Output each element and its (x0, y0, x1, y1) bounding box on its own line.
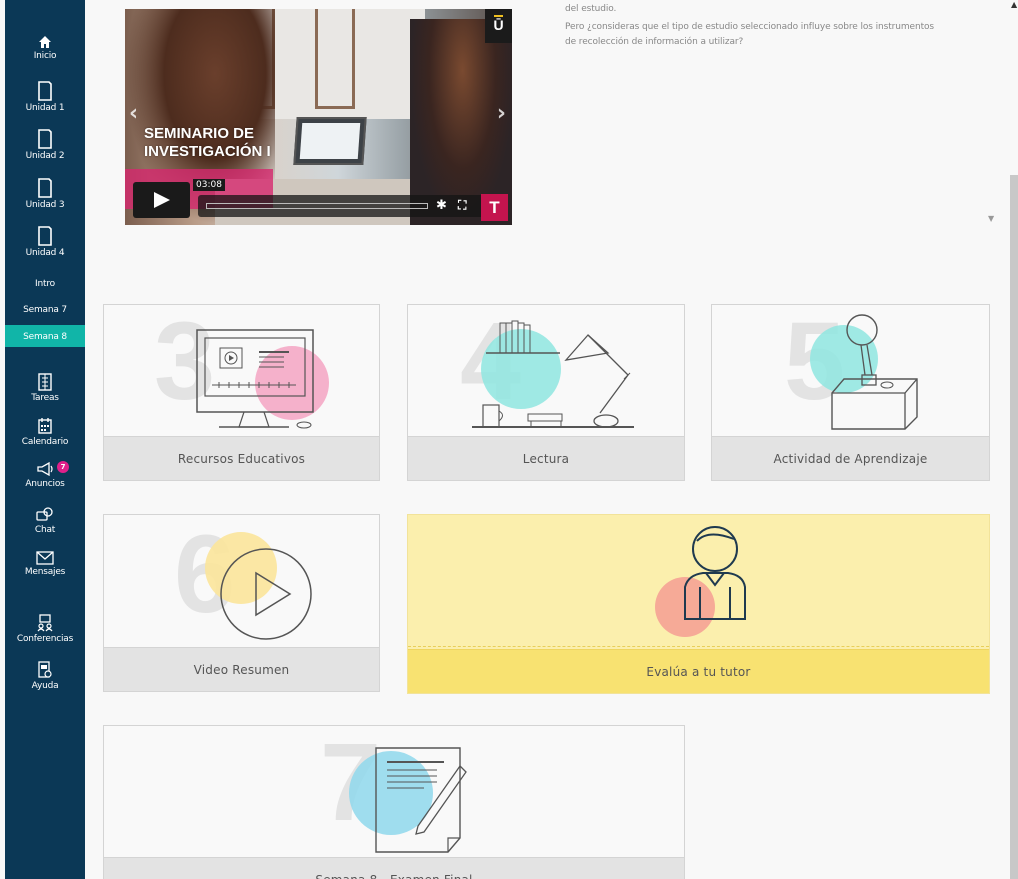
sidebar-item-label: Chat (34, 525, 56, 535)
card-label: Lectura (408, 436, 684, 480)
sidebar-item-label: Unidad 1 (25, 103, 65, 113)
description-scroll-area[interactable] (982, 0, 1004, 235)
sidebar-item-mensajes[interactable]: Mensajes (5, 551, 85, 578)
sidebar-item-calendario[interactable]: Calendario (5, 417, 85, 448)
video-player[interactable]: SEMINARIO DE INVESTIGACIÓN I ‹ › Ū 03:08… (125, 9, 512, 225)
book-icon (38, 129, 52, 149)
gear-icon[interactable]: ✱ (436, 198, 447, 213)
card-video-resumen[interactable]: 6 Video Resumen (103, 514, 380, 692)
sidebar-item-semana-7[interactable]: Semana 7 (5, 298, 85, 320)
sidebar-item-label: Ayuda (31, 681, 59, 691)
sidebar-item-chat[interactable]: Chat (5, 507, 85, 536)
monitor-icon (196, 329, 329, 429)
description-text: Pero ¿consideras que el tipo de estudio … (565, 22, 935, 32)
page-scrollbar[interactable] (1010, 175, 1018, 879)
card-recursos-educativos[interactable]: 3 Recursos Educativos (103, 304, 380, 481)
card-label: Evalúa a tu tutor (408, 649, 989, 693)
video-progress-bar[interactable] (206, 203, 428, 209)
video-laptop (293, 117, 367, 165)
card-evalua-a-tu-tutor[interactable]: Evalúa a tu tutor (407, 514, 990, 694)
brand-t-logo-icon: T (481, 194, 508, 221)
fullscreen-icon[interactable]: ⛶ (458, 198, 466, 213)
sidebar-item-label: Semana 7 (23, 304, 67, 315)
card-lectura[interactable]: 4 Lectura (407, 304, 685, 481)
help-icon (38, 661, 52, 678)
notification-badge: 7 (57, 461, 69, 473)
calendar-icon (38, 418, 52, 434)
sidebar-item-unidad-4[interactable]: Unidad 4 (5, 226, 85, 259)
play-icon (205, 532, 312, 640)
sidebar-item-unidad-3[interactable]: Unidad 3 (5, 178, 85, 211)
sidebar-item-label: Unidad 3 (25, 200, 65, 210)
sidebar-item-label: Semana 8 (23, 331, 67, 342)
sidebar-item-label: Inicio (33, 51, 57, 61)
sidebar-item-label: Anuncios (25, 479, 65, 489)
sidebar-item-label: Intro (35, 278, 55, 289)
sidebar-item-label: Tareas (31, 393, 59, 403)
sidebar-item-label: Unidad 2 (25, 151, 65, 161)
book-icon (38, 81, 52, 101)
document-pen-icon (349, 747, 467, 853)
sidebar-item-label: Conferencias (16, 634, 74, 644)
person-icon (655, 526, 746, 637)
home-icon (39, 36, 51, 48)
desk-lamp-icon (472, 320, 634, 428)
book-icon (38, 226, 52, 246)
card-label: Recursos Educativos (104, 436, 379, 480)
card-label: Semana 8 - Examen Final (104, 857, 684, 879)
tasks-icon (38, 373, 52, 391)
card-label: Video Resumen (104, 647, 379, 691)
card-label: Actividad de Aprendizaje (712, 436, 989, 480)
brand-logo-icon: Ū (485, 9, 512, 43)
sidebar-item-label: Calendario (21, 437, 69, 447)
conference-icon (37, 614, 53, 632)
joystick-icon (810, 314, 918, 430)
book-icon (38, 178, 52, 198)
card-examen-final[interactable]: 7 Semana 8 - Examen Final (103, 725, 685, 879)
prev-arrow-icon[interactable]: ‹ (129, 101, 138, 126)
megaphone-icon (37, 461, 53, 477)
scroll-up-arrow-icon[interactable]: ▲ (1011, 0, 1017, 9)
play-button[interactable] (133, 182, 190, 218)
sidebar-item-inicio[interactable]: Inicio (5, 35, 85, 62)
video-controls: ✱ ⛶ (198, 195, 508, 217)
sidebar-item-label: Mensajes (24, 567, 66, 577)
video-timestamp: 03:08 (193, 179, 225, 191)
card-actividad-de-aprendizaje[interactable]: 5 Actividad de Aprendizaje (711, 304, 990, 481)
sidebar-item-conferencias[interactable]: Conferencias (5, 614, 85, 645)
sidebar-item-anuncios[interactable]: 7 Anuncios (5, 461, 85, 490)
video-title: SEMINARIO DE INVESTIGACIÓN I (144, 125, 271, 160)
sidebar-item-tareas[interactable]: Tareas (5, 373, 85, 404)
description-text: del estudio. (565, 4, 617, 14)
sidebar-item-unidad-2[interactable]: Unidad 2 (5, 129, 85, 162)
sidebar-item-semana-8[interactable]: Semana 8 (5, 325, 85, 347)
sidebar-item-ayuda[interactable]: Ayuda (5, 661, 85, 692)
next-arrow-icon[interactable]: › (497, 101, 506, 126)
sidebar-item-label: Unidad 4 (25, 248, 65, 258)
description-text: de recolección de información a utilizar… (565, 37, 744, 47)
sidebar: Inicio Unidad 1 Unidad 2 Unidad 3 Unidad… (5, 0, 85, 879)
chat-icon (36, 507, 53, 521)
sidebar-item-intro[interactable]: Intro (5, 272, 85, 294)
sidebar-item-unidad-1[interactable]: Unidad 1 (5, 81, 85, 114)
scroll-down-arrow-icon[interactable]: ▼ (988, 214, 994, 223)
envelope-icon (36, 551, 54, 565)
